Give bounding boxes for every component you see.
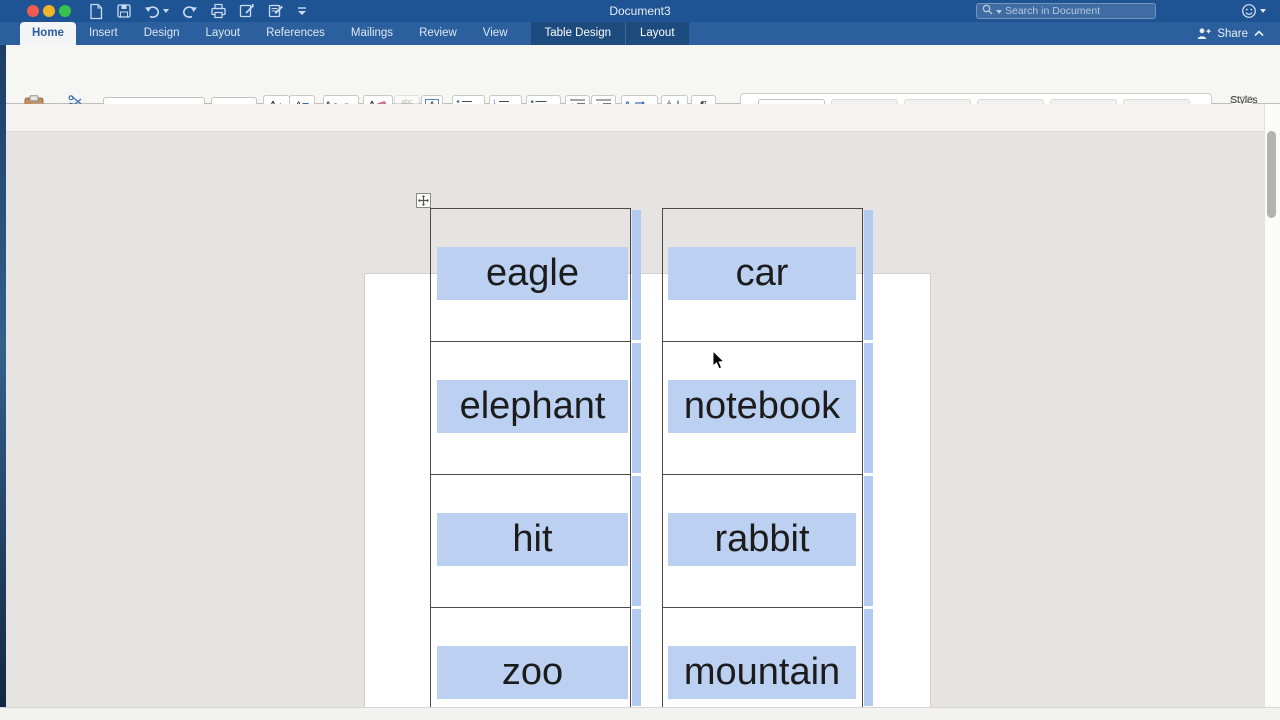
ribbon-home: Paste A A Aa A abcA A B I U abe X2 X2 A … [0, 45, 1280, 104]
edit-document-icon[interactable] [239, 3, 256, 19]
table-word: rabbit [714, 518, 809, 561]
chevron-up-icon [1254, 30, 1264, 37]
feedback-smiley-button[interactable] [1241, 3, 1266, 19]
selection-highlight: car [668, 247, 856, 300]
selection-highlight: eagle [437, 247, 628, 300]
undo-icon[interactable] [144, 4, 170, 19]
table-word: eagle [486, 252, 579, 295]
more-commands-icon[interactable] [297, 5, 307, 17]
selection-highlight: mountain [668, 646, 856, 699]
mouse-cursor [712, 351, 726, 376]
tab-mailings[interactable]: Mailings [338, 22, 406, 45]
table-word: hit [512, 518, 552, 561]
selection-highlight: hit [437, 513, 628, 566]
draw-document-icon[interactable] [268, 3, 285, 19]
search-scope-caret-icon [996, 2, 1002, 20]
zoom-window-button[interactable] [59, 5, 71, 17]
selection-highlight: elephant [437, 380, 628, 433]
table-word: notebook [684, 385, 840, 428]
selection-highlight: rabbit [668, 513, 856, 566]
selection-strip [632, 476, 641, 607]
ruler-strip: 1124567 [0, 104, 1280, 132]
selection-highlight: zoo [437, 646, 628, 699]
quick-access-toolbar [88, 2, 307, 20]
save-icon[interactable] [116, 3, 132, 19]
window-title: Document3 [609, 4, 670, 18]
share-person-icon [1196, 27, 1211, 40]
tab-home[interactable]: Home [20, 22, 76, 45]
word-application-window: Document3 Search in Document Home Insert… [0, 0, 1280, 720]
search-placeholder: Search in Document [1005, 5, 1100, 17]
table-word: elephant [460, 385, 606, 428]
selection-strip [632, 210, 641, 341]
selection-strip [864, 476, 873, 607]
selection-strip [864, 609, 873, 707]
table-word: zoo [502, 651, 563, 694]
smiley-icon [1241, 3, 1257, 19]
minimize-window-button[interactable] [43, 5, 55, 17]
share-button[interactable]: Share [1196, 22, 1264, 45]
table-move-handle[interactable] [416, 193, 431, 208]
tab-insert[interactable]: Insert [76, 22, 131, 45]
search-icon [982, 2, 993, 20]
tab-view[interactable]: View [470, 22, 521, 45]
selection-highlight: notebook [668, 380, 856, 433]
table-word: mountain [684, 651, 840, 694]
selection-strip [864, 210, 873, 341]
selection-strip [632, 609, 641, 707]
selection-strip [632, 343, 641, 474]
search-input[interactable]: Search in Document [976, 3, 1156, 19]
tab-table-design[interactable]: Table Design [531, 22, 625, 45]
close-window-button[interactable] [27, 5, 39, 17]
tab-layout[interactable]: Layout [193, 22, 254, 45]
move-cross-icon [418, 195, 429, 206]
tab-review[interactable]: Review [406, 22, 470, 45]
vertical-scrollbar-thumb[interactable] [1267, 131, 1276, 218]
titlebar: Document3 Search in Document [0, 0, 1280, 22]
tab-table-layout[interactable]: Layout [625, 22, 689, 45]
ribbon-tab-bar: Home Insert Design Layout References Mai… [0, 22, 1280, 45]
redo-icon[interactable] [182, 4, 198, 19]
selection-strip [864, 343, 873, 474]
desktop-edge-strip [0, 45, 6, 720]
share-label: Share [1217, 28, 1248, 40]
tab-references[interactable]: References [253, 22, 338, 45]
new-document-icon[interactable] [88, 3, 104, 20]
print-icon[interactable] [210, 3, 227, 19]
table-word: car [736, 252, 789, 295]
tab-design[interactable]: Design [131, 22, 193, 45]
status-bar-edge [0, 707, 1280, 720]
